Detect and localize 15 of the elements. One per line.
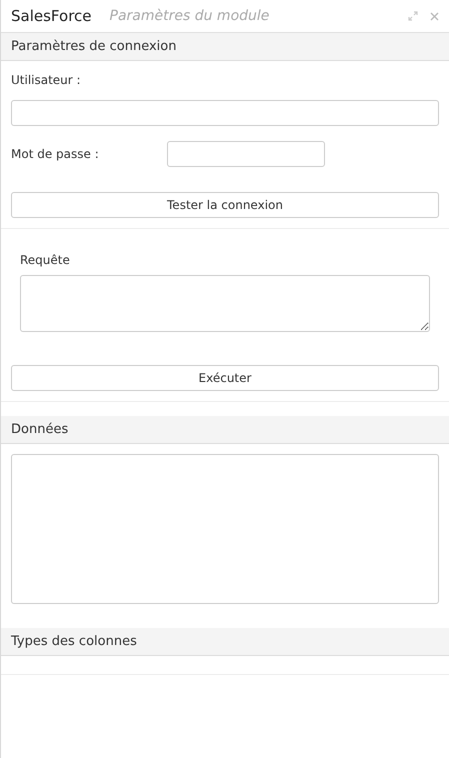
user-input-field[interactable] bbox=[11, 100, 439, 126]
close-icon[interactable] bbox=[430, 12, 439, 20]
query-text-field[interactable] bbox=[20, 275, 430, 332]
user-label: Utilisateur : bbox=[11, 72, 82, 89]
query-label: Requête bbox=[20, 252, 71, 269]
expand-icon[interactable] bbox=[408, 11, 418, 21]
section-header: Données bbox=[1, 416, 449, 444]
test-connection-button[interactable]: Tester la connexion bbox=[11, 192, 439, 218]
window-subtitle: Paramètres du module bbox=[110, 6, 270, 26]
password-input-field[interactable] bbox=[167, 141, 325, 167]
password-label: Mot de passe : bbox=[11, 146, 100, 163]
window-title: SalesForce bbox=[11, 6, 92, 27]
section-header: Paramètres de connexion bbox=[1, 33, 449, 61]
section-header: Types des colonnes bbox=[1, 628, 449, 656]
execute-button[interactable]: Exécuter bbox=[11, 365, 439, 391]
